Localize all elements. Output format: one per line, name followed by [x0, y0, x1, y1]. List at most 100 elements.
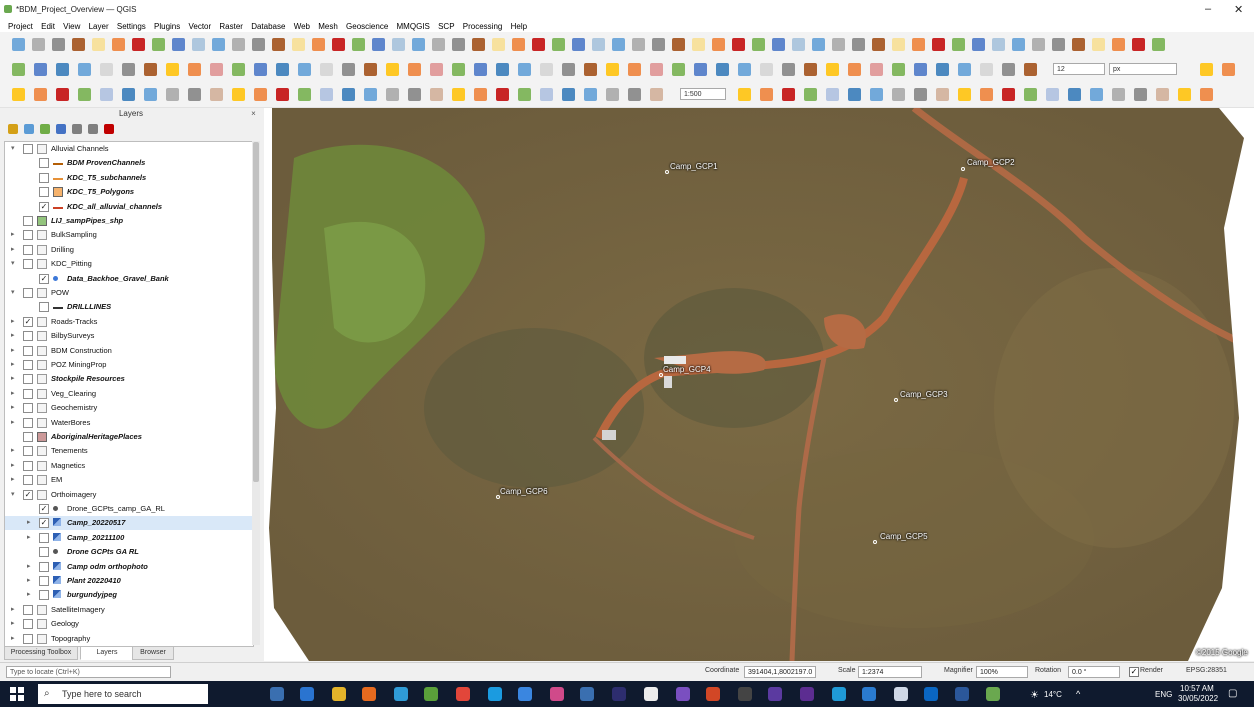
toolbar-tool-icon[interactable] — [1024, 88, 1037, 101]
toolbar-tool-icon[interactable] — [1068, 88, 1081, 101]
clock-date[interactable]: 30/05/2022 — [1178, 694, 1218, 703]
layer-row[interactable]: ▸ Tenements — [5, 444, 253, 458]
qgis-taskbar-icon[interactable] — [986, 687, 1000, 701]
toolbar-tool-icon[interactable] — [632, 38, 645, 51]
toolbar-tool-icon[interactable] — [232, 38, 245, 51]
toolbar-tool-icon[interactable] — [1052, 38, 1065, 51]
expand-arrow-icon[interactable]: ▸ — [11, 374, 19, 384]
toolbar-tool-icon[interactable] — [492, 38, 505, 51]
toolbar-tool-icon[interactable] — [980, 88, 993, 101]
menu-mmqgis[interactable]: MMQGIS — [394, 20, 433, 32]
toolbar-tool-icon[interactable] — [980, 63, 993, 76]
toolbar-tool-icon[interactable] — [782, 88, 795, 101]
toolbar-tool-icon[interactable] — [472, 38, 485, 51]
toolbar-tool-icon[interactable] — [892, 88, 905, 101]
toolbar-tool-icon[interactable] — [254, 88, 267, 101]
layer-row[interactable]: AboriginalHeritagePlaces — [5, 430, 253, 444]
toolbar-tool-icon[interactable] — [584, 88, 597, 101]
toolbar-tool-icon[interactable] — [812, 38, 825, 51]
slack-icon[interactable] — [550, 687, 564, 701]
word-icon[interactable] — [955, 687, 969, 701]
toolbar-tool-icon[interactable] — [432, 38, 445, 51]
language-indicator[interactable]: ENG — [1155, 690, 1172, 699]
layer-visibility-checkbox[interactable] — [39, 158, 49, 169]
toolbar-tool-icon[interactable] — [738, 88, 751, 101]
toolbar-tool-icon[interactable] — [78, 63, 91, 76]
toolbar-tool-icon[interactable] — [386, 88, 399, 101]
toolbar-tool-icon[interactable] — [364, 88, 377, 101]
toolbar-tool-icon[interactable] — [144, 88, 157, 101]
toolbar-tool-icon[interactable] — [606, 63, 619, 76]
toolbar-tool-icon[interactable] — [584, 63, 597, 76]
locator-search-input[interactable]: Type to locate (Ctrl+K) — [6, 666, 171, 678]
toolbar-tool-icon[interactable] — [712, 38, 725, 51]
toolbar-tool-icon[interactable] — [372, 38, 385, 51]
rotation-field[interactable]: 0.0 ° — [1068, 666, 1120, 678]
layer-row[interactable]: ▸ Camp_20211100 — [5, 531, 253, 545]
layer-visibility-checkbox[interactable] — [23, 633, 33, 644]
expand-arrow-icon[interactable]: ▸ — [11, 446, 19, 456]
toolbar-tool-icon[interactable] — [572, 38, 585, 51]
layer-visibility-checkbox[interactable] — [23, 216, 33, 226]
toolbar-tool-icon[interactable] — [792, 38, 805, 51]
toolbar-tool-icon[interactable] — [872, 38, 885, 51]
expand-arrow-icon[interactable]: ▸ — [11, 317, 19, 327]
toolbar-tool-icon[interactable] — [132, 38, 145, 51]
remove-layer-icon[interactable] — [104, 124, 114, 134]
toolbar-tool-icon[interactable] — [540, 63, 553, 76]
toolbar-tool-icon[interactable] — [870, 88, 883, 101]
toolbar-tool-icon[interactable] — [992, 38, 1005, 51]
outlook-icon[interactable] — [300, 687, 314, 701]
expand-arrow-icon[interactable]: ▸ — [27, 518, 35, 528]
layer-visibility-checkbox[interactable] — [39, 547, 49, 558]
toolbar-tool-icon[interactable] — [210, 88, 223, 101]
open-layer-styling-icon[interactable] — [8, 124, 18, 134]
toolbar-tool-icon[interactable] — [1200, 88, 1213, 101]
gcp-marker[interactable] — [961, 167, 965, 171]
toolbar-tool-icon[interactable] — [958, 63, 971, 76]
expand-arrow-icon[interactable]: ▸ — [11, 461, 19, 471]
layer-row[interactable]: ▾ ✓ Orthoimagery — [5, 488, 253, 502]
toolbar-tool-icon[interactable] — [192, 38, 205, 51]
map-canvas[interactable]: Camp_GCP1 Camp_GCP2 Camp_GCP3 Camp_GCP4 … — [264, 108, 1254, 661]
toolbar-tool-icon[interactable] — [782, 63, 795, 76]
menu-processing[interactable]: Processing — [460, 20, 506, 32]
toolbar-tool-icon[interactable] — [34, 88, 47, 101]
collapse-arrow-icon[interactable]: ▾ — [11, 490, 19, 500]
toolbar-tool-icon[interactable] — [672, 38, 685, 51]
layer-row[interactable]: ▾ Alluvial Channels — [5, 142, 253, 156]
toolbar-tool-icon[interactable] — [34, 63, 47, 76]
layer-visibility-checkbox[interactable] — [39, 302, 49, 313]
toolbar-tool-icon[interactable] — [1092, 38, 1105, 51]
toolbar-tool-icon[interactable] — [52, 38, 65, 51]
toolbar-tool-icon[interactable] — [430, 63, 443, 76]
layer-visibility-checkbox[interactable]: ✓ — [39, 504, 49, 514]
toolbar-tool-icon[interactable] — [210, 63, 223, 76]
toolbar-tool-icon[interactable] — [1090, 88, 1103, 101]
expand-arrow-icon[interactable]: ▸ — [11, 605, 19, 615]
toolbar-tool-icon[interactable] — [1046, 88, 1059, 101]
toolbar-tool-icon[interactable] — [1222, 63, 1235, 76]
expand-arrow-icon[interactable]: ▸ — [27, 533, 35, 543]
layer-row[interactable]: ▸ Plant 20220410 — [5, 574, 253, 588]
windows-start-icon[interactable] — [10, 687, 24, 701]
toolbar-tool-icon[interactable] — [188, 88, 201, 101]
menu-view[interactable]: View — [60, 20, 83, 32]
layer-row[interactable]: ▸ BDM Construction — [5, 344, 253, 358]
layer-visibility-checkbox[interactable] — [39, 576, 49, 586]
close-button[interactable]: ✕ — [1234, 3, 1243, 16]
layers-panel-close-button[interactable]: × — [249, 109, 258, 118]
layer-row[interactable]: ▸ Geochemistry — [5, 401, 253, 415]
toolbar-tool-icon[interactable] — [832, 38, 845, 51]
magnifier-field[interactable]: 100% — [976, 666, 1028, 678]
toolbar-tool-icon[interactable] — [972, 38, 985, 51]
toolbar-tool-icon[interactable] — [474, 63, 487, 76]
add-group-icon[interactable] — [24, 124, 34, 134]
layer-visibility-checkbox[interactable] — [23, 619, 33, 630]
app-icon[interactable] — [676, 687, 690, 701]
crs-button[interactable]: EPSG:28351 — [1186, 667, 1227, 674]
toolbar-tool-icon[interactable] — [932, 38, 945, 51]
toolbar-tool-icon[interactable] — [298, 88, 311, 101]
toolbar-tool-icon[interactable] — [672, 63, 685, 76]
toolbar-tool-icon[interactable] — [1072, 38, 1085, 51]
